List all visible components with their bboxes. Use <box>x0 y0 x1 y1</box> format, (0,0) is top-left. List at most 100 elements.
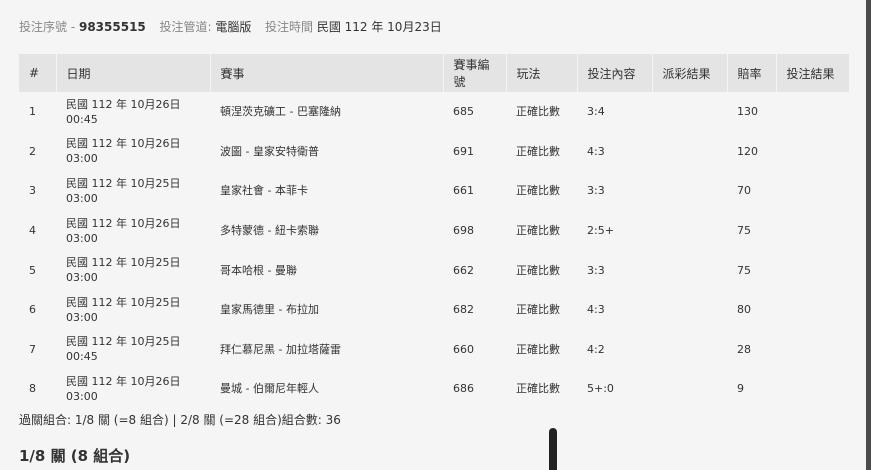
cell-date: 民國 112 年 10月26日 03:00 <box>56 369 210 409</box>
cell-match: 拜仁慕尼黑 - 加拉塔薩雷 <box>220 342 341 356</box>
cell-result <box>776 211 849 251</box>
col-header-result: 投注結果 <box>776 54 850 92</box>
cell-date-day: 民國 112 年 10月25日 <box>66 335 181 349</box>
cell-odds: 9 <box>737 382 744 396</box>
table-row: 3 民國 112 年 10月25日 03:00 皇家社會 - 本菲卡 661 正確比數 3:… <box>19 171 849 211</box>
cell-code: 686 <box>453 382 474 396</box>
cell-date: 民國 112 年 10月26日 03:00 <box>56 211 210 251</box>
cell-date: 民國 112 年 10月26日 00:45 <box>56 92 210 132</box>
cell-type: 正確比數 <box>516 144 560 158</box>
cell-odds: 120 <box>737 144 758 158</box>
cell-result <box>776 290 849 330</box>
cell-pick: 3:3 <box>587 184 605 198</box>
cell-no: 7 <box>29 342 36 356</box>
cell-no: 6 <box>29 303 36 317</box>
cell-no: 2 <box>29 144 36 158</box>
col-header-no: # <box>19 54 57 92</box>
cell-date-day: 民國 112 年 10月26日 <box>66 374 181 388</box>
scrollbar-thumb[interactable] <box>549 428 557 470</box>
col-header-pick: 投注內容 <box>577 54 653 92</box>
bet-detail-panel: 投注序號 - 98355515 投注管道: 電腦版 投注時間 民國 112 年 … <box>0 0 866 470</box>
cell-payout <box>652 211 727 251</box>
table-row: 4 民國 112 年 10月26日 03:00 多特蒙德 - 紐卡索聯 698 正確比數 2… <box>19 211 849 251</box>
cell-date-time: 00:45 <box>66 112 98 126</box>
cell-payout <box>652 132 727 172</box>
cell-pick: 4:2 <box>587 342 605 356</box>
cell-date: 民國 112 年 10月25日 03:00 <box>56 171 210 211</box>
time-label: 投注時間 <box>264 20 313 34</box>
cell-no: 5 <box>29 263 36 277</box>
col-header-odds: 賠率 <box>727 54 777 92</box>
table-row: 7 民國 112 年 10月25日 00:45 拜仁慕尼黑 - 加拉塔薩雷 660 正確比… <box>19 330 849 370</box>
cell-result <box>776 171 849 211</box>
cell-date-day: 民國 112 年 10月25日 <box>66 256 181 270</box>
bet-info-line: 投注序號 - 98355515 投注管道: 電腦版 投注時間 民國 112 年 … <box>19 18 442 35</box>
cell-date-time: 03:00 <box>66 389 98 403</box>
bets-table: # 日期 賽事 賽事編號 玩法 投注內容 派彩結果 賠率 投注結果 1 民國 11… <box>19 54 850 409</box>
cell-code: 685 <box>453 105 474 119</box>
cell-odds: 70 <box>737 184 751 198</box>
cell-date: 民國 112 年 10月26日 03:00 <box>56 132 210 172</box>
cell-date: 民國 112 年 10月25日 03:00 <box>56 250 210 290</box>
cell-payout <box>652 330 727 370</box>
cell-odds: 75 <box>737 224 751 238</box>
col-header-date: 日期 <box>56 54 211 92</box>
cell-type: 正確比數 <box>516 303 560 317</box>
cell-type: 正確比數 <box>516 105 560 119</box>
cell-pick: 2:5+ <box>587 224 614 238</box>
table-header-row: # 日期 賽事 賽事編號 玩法 投注內容 派彩結果 賠率 投注結果 <box>19 54 850 92</box>
cell-date-day: 民國 112 年 10月26日 <box>66 137 181 151</box>
cell-pick: 3:4 <box>587 105 605 119</box>
cell-type: 正確比數 <box>516 382 560 396</box>
cell-result <box>776 369 849 409</box>
cell-type: 正確比數 <box>516 184 560 198</box>
cell-match: 皇家社會 - 本菲卡 <box>220 184 308 198</box>
cell-match: 頓涅茨克礦工 - 巴塞隆納 <box>220 105 341 119</box>
parlay-summary: 過關組合: 1/8 關 (=8 組合) | 2/8 關 (=28 組合)組合數:… <box>19 413 341 427</box>
cell-date-time: 03:00 <box>66 152 98 166</box>
col-header-match: 賽事 <box>210 54 444 92</box>
cell-date-time: 00:45 <box>66 350 98 364</box>
table-row: 6 民國 112 年 10月25日 03:00 皇家馬德里 - 布拉加 682 正確比數 4… <box>19 290 849 330</box>
cell-match: 多特蒙德 - 紐卡索聯 <box>220 224 319 238</box>
cell-date-day: 民國 112 年 10月26日 <box>66 97 181 111</box>
channel-value: 電腦版 <box>215 20 252 34</box>
channel-label: 投注管道: <box>159 20 212 34</box>
cell-code: 682 <box>453 303 474 317</box>
cell-date-day: 民國 112 年 10月25日 <box>66 295 181 309</box>
col-header-type: 玩法 <box>506 54 578 92</box>
cell-no: 4 <box>29 224 36 238</box>
cell-odds: 130 <box>737 105 758 119</box>
cell-payout <box>652 92 727 132</box>
cell-match: 曼城 - 伯爾尼年輕人 <box>220 382 319 396</box>
cell-date-time: 03:00 <box>66 310 98 324</box>
cell-match: 哥本哈根 - 曼聯 <box>220 263 297 277</box>
serial-value: 98355515 <box>78 20 146 34</box>
cell-result <box>776 132 849 172</box>
cell-match: 皇家馬德里 - 布拉加 <box>220 303 319 317</box>
time-value: 民國 112 年 10月23日 <box>316 20 442 34</box>
cell-pick: 4:3 <box>587 303 605 317</box>
cell-type: 正確比數 <box>516 224 560 238</box>
cell-code: 661 <box>453 184 474 198</box>
cell-type: 正確比數 <box>516 342 560 356</box>
cell-odds: 28 <box>737 342 751 356</box>
cell-pick: 3:3 <box>587 263 605 277</box>
cell-date: 民國 112 年 10月25日 03:00 <box>56 290 210 330</box>
col-header-payout: 派彩結果 <box>652 54 728 92</box>
cell-payout <box>652 369 727 409</box>
table-row: 2 民國 112 年 10月26日 03:00 波圖 - 皇家安特衛普 691 正確比數 4… <box>19 132 849 172</box>
cell-pick: 5+:0 <box>587 382 614 396</box>
cell-no: 8 <box>29 382 36 396</box>
cell-code: 698 <box>453 224 474 238</box>
table-row: 5 民國 112 年 10月25日 03:00 哥本哈根 - 曼聯 662 正確比數 3:3… <box>19 250 849 290</box>
cell-date-time: 03:00 <box>66 191 98 205</box>
cell-date: 民國 112 年 10月25日 00:45 <box>56 330 210 370</box>
cell-date-time: 03:00 <box>66 231 98 245</box>
cell-no: 1 <box>29 105 36 119</box>
cell-code: 662 <box>453 263 474 277</box>
cell-date-time: 03:00 <box>66 271 98 285</box>
cell-date-day: 民國 112 年 10月26日 <box>66 216 181 230</box>
cell-result <box>776 250 849 290</box>
serial-label: 投注序號 - <box>19 20 76 34</box>
